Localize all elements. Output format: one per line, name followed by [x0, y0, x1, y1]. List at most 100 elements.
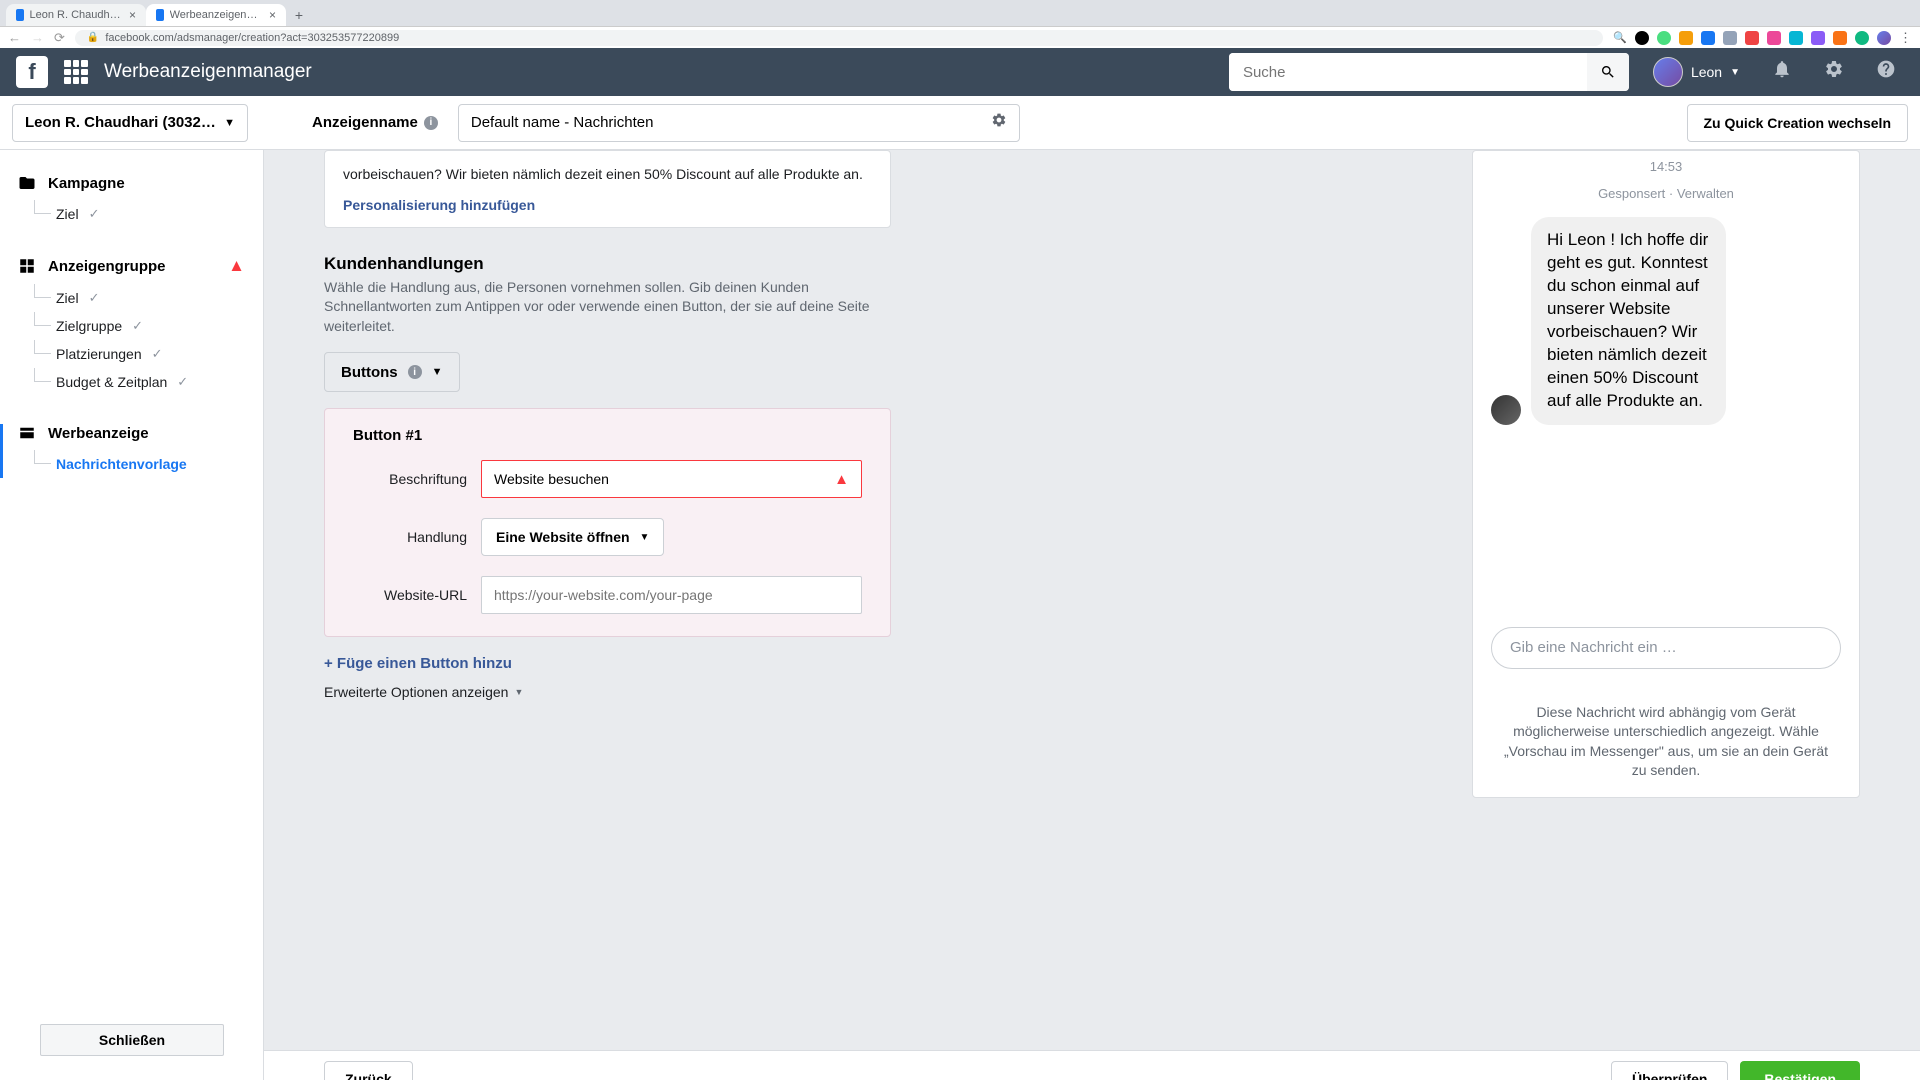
sidebar: Kampagne Ziel ✓ Anzeigengruppe ▲ — [0, 150, 264, 1080]
profile-icon[interactable] — [1877, 31, 1891, 45]
check-icon: ✓ — [132, 318, 143, 334]
sidebar-ad[interactable]: Werbeanzeige Nachrichtenvorlage — [0, 424, 245, 478]
back-button[interactable]: Zurück — [324, 1061, 413, 1080]
close-icon[interactable]: × — [129, 8, 136, 22]
section-desc: Wähle die Handlung aus, die Personen vor… — [324, 278, 884, 337]
sidebar-item-platzierungen[interactable]: Platzierungen ✓ — [34, 340, 245, 368]
message-bubble: Hi Leon ! Ich hoffe dir geht es gut. Kon… — [1531, 217, 1726, 425]
extension-icon[interactable] — [1723, 31, 1737, 45]
lock-icon: 🔒 — [87, 32, 99, 43]
preview-panel: 14:53 Gesponsert · Verwalten Hi Leon ! I… — [1472, 150, 1860, 798]
close-icon[interactable]: × — [269, 8, 276, 22]
menu-icon[interactable]: ⋮ — [1899, 30, 1912, 46]
account-name: Leon R. Chaudhari (3032… — [25, 114, 216, 131]
label-input-wrap: ▲ — [481, 460, 862, 498]
sidebar-item-nachrichtenvorlage[interactable]: Nachrichtenvorlage — [34, 450, 245, 478]
browser-chrome: Leon R. Chaudhari | Facebook × Werbeanze… — [0, 0, 1920, 48]
sidebar-item-zielgruppe[interactable]: Zielgruppe ✓ — [34, 312, 245, 340]
new-tab-button[interactable]: + — [290, 6, 308, 24]
search-input[interactable] — [1229, 53, 1587, 91]
close-button[interactable]: Schließen — [40, 1024, 224, 1056]
folder-icon — [18, 174, 36, 192]
url-input[interactable] — [494, 577, 849, 613]
gear-icon[interactable] — [991, 112, 1007, 133]
sidebar-adset[interactable]: Anzeigengruppe ▲ Ziel ✓ Zielgruppe ✓ Pla… — [18, 256, 245, 396]
extension-icon[interactable] — [1657, 31, 1671, 45]
label-handlung: Handlung — [353, 529, 481, 545]
sidebar-item-budget[interactable]: Budget & Zeitplan ✓ — [34, 368, 245, 396]
review-button[interactable]: Überprüfen — [1611, 1061, 1728, 1080]
extension-icon[interactable] — [1745, 31, 1759, 45]
search-wrap — [1229, 53, 1629, 91]
button-config-title: Button #1 — [353, 427, 862, 444]
info-icon[interactable]: i — [424, 116, 438, 130]
facebook-favicon — [16, 9, 24, 21]
action-select[interactable]: Eine Website öffnen ▼ — [481, 518, 664, 556]
ad-name-input[interactable] — [471, 114, 991, 131]
warning-icon: ▲ — [228, 256, 245, 276]
bottom-bar: Zurück Überprüfen Bestätigen — [264, 1050, 1920, 1080]
search-icon — [1600, 64, 1616, 80]
facebook-topbar: f Werbeanzeigenmanager Leon ▼ — [0, 48, 1920, 96]
sidebar-campaign[interactable]: Kampagne Ziel ✓ — [18, 174, 245, 228]
grid-icon — [18, 257, 36, 275]
advanced-options-link[interactable]: Erweiterte Optionen anzeigen ▼ — [324, 684, 891, 700]
url-field[interactable]: 🔒 facebook.com/adsmanager/creation?act=3… — [75, 30, 1603, 46]
sub-header: Leon R. Chaudhari (3032… ▼ Anzeigenname … — [0, 96, 1920, 150]
extension-icon[interactable] — [1833, 31, 1847, 45]
message-input[interactable]: Gib eine Nachricht ein … — [1491, 627, 1841, 669]
label-input[interactable] — [494, 471, 834, 487]
gear-icon[interactable] — [1816, 59, 1852, 85]
avatar — [1653, 57, 1683, 87]
browser-tab-active[interactable]: Werbeanzeigenmanager - Cre × — [146, 4, 286, 26]
extension-icon[interactable] — [1789, 31, 1803, 45]
notifications-icon[interactable] — [1764, 59, 1800, 85]
sidebar-group-label: Werbeanzeige — [48, 425, 149, 442]
user-chip[interactable]: Leon ▼ — [1645, 53, 1748, 91]
chevron-down-icon: ▼ — [224, 117, 235, 129]
extension-icon[interactable] — [1767, 31, 1781, 45]
user-name: Leon — [1691, 64, 1722, 80]
extension-icon[interactable] — [1701, 31, 1715, 45]
quick-creation-button[interactable]: Zu Quick Creation wechseln — [1687, 104, 1909, 142]
message-text: vorbeischauen? Wir bieten nämlich dezeit… — [343, 165, 872, 185]
message-card: vorbeischauen? Wir bieten nämlich dezeit… — [324, 150, 891, 228]
check-icon: ✓ — [89, 290, 100, 306]
sidebar-item-ziel[interactable]: Ziel ✓ — [34, 200, 245, 228]
info-icon: i — [408, 365, 422, 379]
tab-title: Werbeanzeigenmanager - Cre — [170, 9, 263, 21]
sidebar-item-ziel[interactable]: Ziel ✓ — [34, 284, 245, 312]
extension-icon[interactable] — [1855, 31, 1869, 45]
account-dropdown[interactable]: Leon R. Chaudhari (3032… ▼ — [12, 104, 248, 142]
app-grid-icon[interactable] — [64, 60, 88, 84]
extension-icon[interactable] — [1811, 31, 1825, 45]
chevron-down-icon: ▼ — [514, 687, 523, 697]
label-url: Website-URL — [353, 587, 481, 603]
browser-tab[interactable]: Leon R. Chaudhari | Facebook × — [6, 4, 146, 26]
url-text: facebook.com/adsmanager/creation?act=303… — [105, 32, 399, 44]
ad-name-label: Anzeigenname i — [312, 114, 438, 131]
zoom-icon[interactable]: 🔍 — [1613, 31, 1627, 44]
warning-icon: ▲ — [834, 471, 849, 488]
extension-icon[interactable] — [1679, 31, 1693, 45]
buttons-type-dropdown[interactable]: Buttons i ▼ — [324, 352, 460, 392]
facebook-logo[interactable]: f — [16, 56, 48, 88]
reload-icon[interactable]: ⟳ — [54, 30, 65, 46]
extension-icon[interactable] — [1635, 31, 1649, 45]
back-icon[interactable]: ← — [8, 30, 21, 46]
preview-footer: Diese Nachricht wird abhängig vom Gerät … — [1473, 687, 1859, 797]
ad-name-input-wrap — [458, 104, 1020, 142]
search-button[interactable] — [1587, 53, 1629, 91]
url-input-wrap — [481, 576, 862, 614]
ad-icon — [18, 424, 36, 442]
preview-time: 14:53 — [1473, 151, 1859, 182]
chevron-down-icon: ▼ — [640, 532, 650, 543]
check-icon: ✓ — [152, 346, 163, 362]
personalize-link[interactable]: Personalisierung hinzufügen — [343, 197, 872, 213]
add-button-link[interactable]: + Füge einen Button hinzu — [324, 655, 891, 672]
chevron-down-icon: ▼ — [1730, 67, 1740, 78]
help-icon[interactable] — [1868, 59, 1904, 85]
facebook-favicon — [156, 9, 164, 21]
confirm-button[interactable]: Bestätigen — [1740, 1061, 1860, 1080]
label-beschriftung: Beschriftung — [353, 471, 481, 487]
